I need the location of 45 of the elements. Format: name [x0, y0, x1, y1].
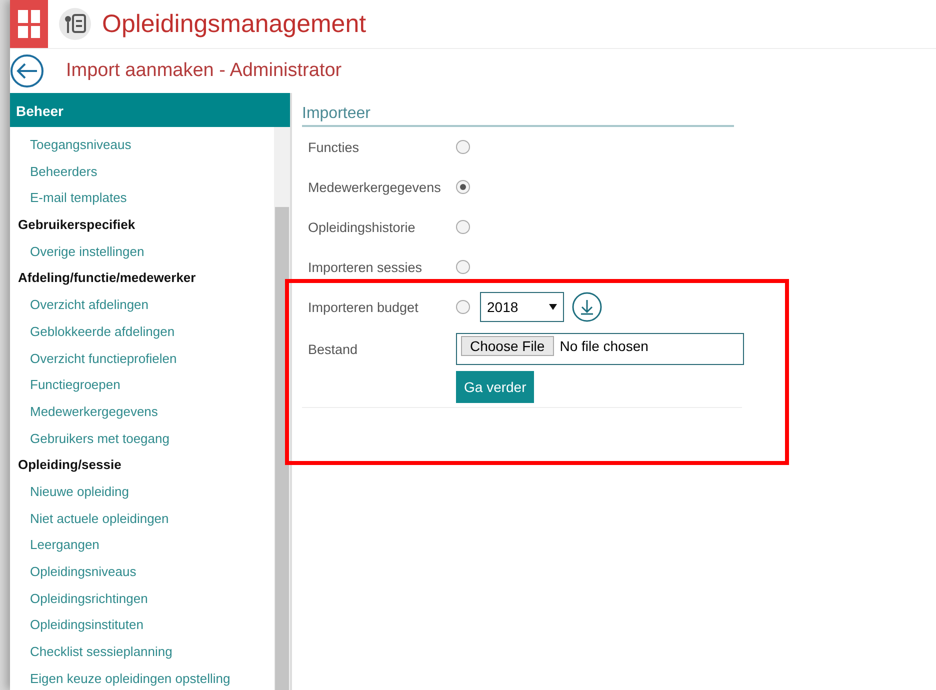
option-label: Importeren sessies: [308, 260, 424, 274]
year-select[interactable]: 2018: [480, 292, 564, 322]
sidebar-link[interactable]: Medewerkergegevens: [18, 398, 274, 426]
sidebar-link[interactable]: Toegangsniveaus: [18, 132, 274, 159]
file-status: No file chosen: [560, 338, 648, 354]
choose-file-button[interactable]: Choose File: [461, 336, 554, 356]
option-label: Medewerkergegevens: [308, 180, 442, 194]
file-input[interactable]: Choose File No file chosen: [456, 333, 744, 365]
app-grid-icon[interactable]: [10, 0, 48, 48]
radio-button[interactable]: [456, 300, 470, 314]
sidebar-link[interactable]: Nieuwe opleiding: [18, 478, 274, 506]
sidebar-link[interactable]: Geblokkeerde afdelingen: [18, 318, 274, 346]
document-badge-icon: [58, 7, 92, 41]
sidebar-link[interactable]: Gebruikers met toegang: [18, 426, 274, 452]
option-label: Opleidingshistorie: [308, 220, 416, 234]
section-title: Importeer: [302, 105, 734, 127]
page-title: Import aanmaken - Administrator: [66, 60, 342, 82]
download-icon[interactable]: [572, 292, 602, 322]
sidebar-link[interactable]: Overzicht afdelingen: [18, 292, 274, 319]
sidebar-link[interactable]: Beheerders: [18, 158, 274, 186]
sidebar-heading: Opleiding/sessie: [18, 456, 122, 474]
sidebar-link[interactable]: Leergangen: [18, 532, 274, 559]
sidebar-link[interactable]: Eigen keuze opleidingen opstelling: [18, 666, 274, 690]
sidebar-heading: Afdeling/functie/medewerker: [18, 269, 197, 288]
option-label: Functies: [308, 140, 360, 154]
sidebar-link[interactable]: Niet actuele opleidingen: [18, 506, 274, 532]
option-label: Importeren budget: [308, 300, 420, 314]
sidebar-link[interactable]: Functiegroepen: [18, 372, 274, 399]
sidebar-header: Beheer: [10, 93, 290, 127]
radio-button[interactable]: [456, 260, 470, 274]
file-label: Bestand: [308, 342, 359, 356]
sidebar-link[interactable]: Opleidingsniveaus: [18, 559, 274, 586]
sidebar-link[interactable]: E-mail templates: [18, 185, 274, 212]
radio-button[interactable]: [456, 140, 470, 154]
radio-button[interactable]: [456, 180, 470, 194]
sidebar-link[interactable]: Opleidingsinstituten: [18, 612, 274, 640]
app-title: Opleidingsmanagement: [102, 10, 366, 38]
radio-button[interactable]: [456, 220, 470, 234]
sidebar-link[interactable]: Overzicht functieprofielen: [18, 346, 274, 372]
caret-icon: [549, 304, 557, 310]
sidebar-link[interactable]: Opleidingsrichtingen: [18, 586, 274, 612]
continue-button[interactable]: Ga verder: [456, 371, 534, 403]
sidebar-link[interactable]: Checklist sessieplanning: [18, 639, 274, 666]
sidebar-heading: Gebruikerspecifiek: [18, 216, 136, 234]
sidebar-link[interactable]: Overige instellingen: [18, 238, 274, 266]
